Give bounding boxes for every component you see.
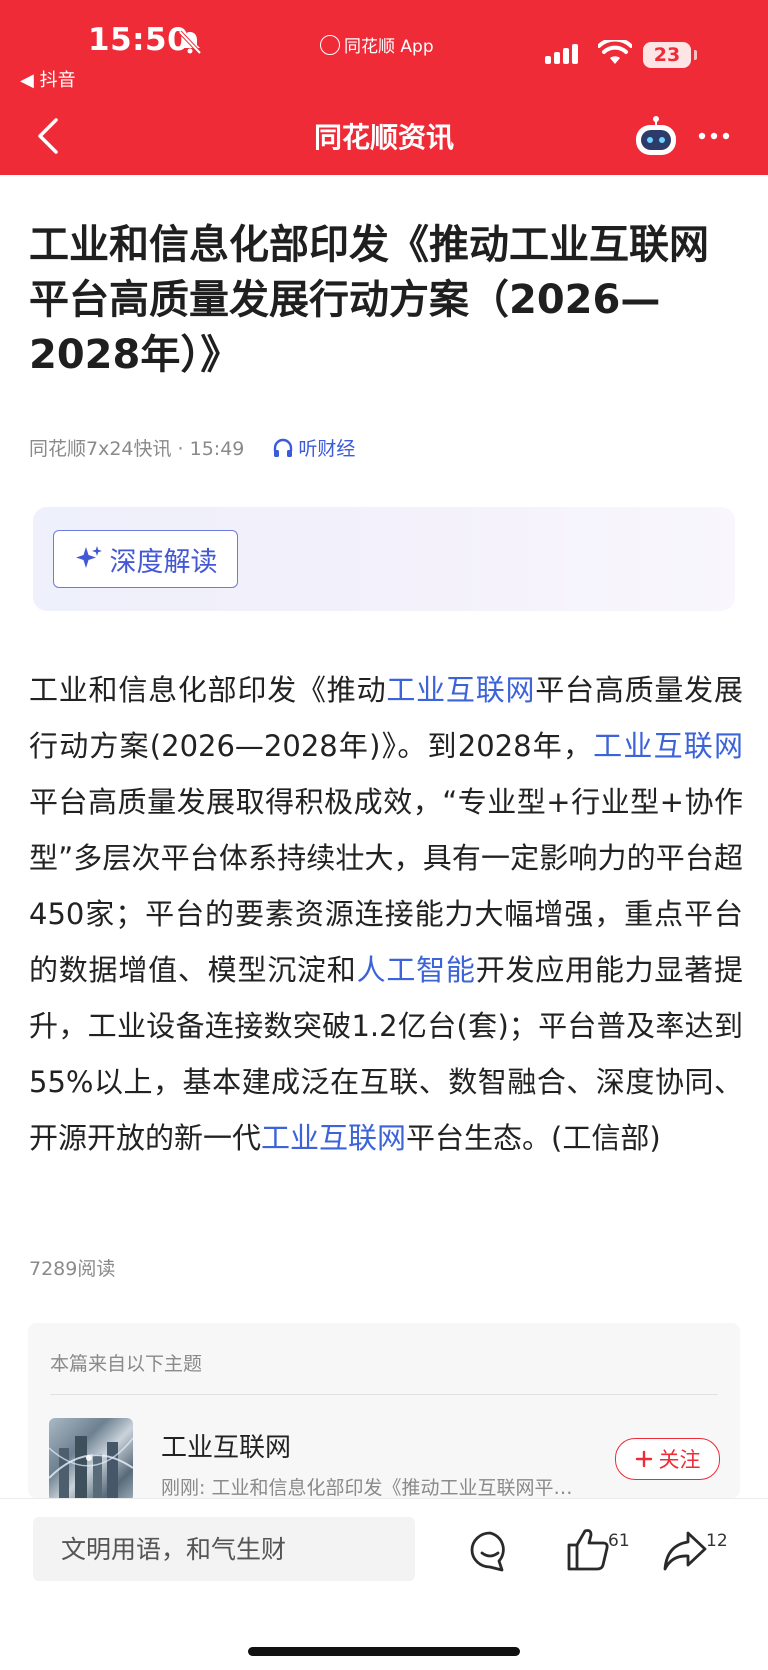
share-count: 12 [706, 1531, 728, 1551]
status-time: 15:50 [88, 22, 190, 58]
bottom-action-bar: 61 12 [0, 1498, 768, 1670]
home-indicator [248, 1647, 520, 1656]
like-count: 61 [608, 1531, 630, 1551]
topic-link-industrial-internet[interactable]: 工业互联网 [593, 729, 743, 763]
share-icon[interactable] [662, 1529, 708, 1573]
signal-icon [545, 44, 578, 64]
headphones-icon [274, 438, 293, 457]
center-app-indicator: 同花顺 App [320, 32, 434, 57]
topic-card-header: 本篇来自以下主题 [50, 1353, 203, 1375]
topic-link-industrial-internet[interactable]: 工业互联网 [386, 673, 535, 707]
article-meta: 同花顺7x24快讯 · 15:49 听财经 [29, 434, 355, 461]
topic-latest[interactable]: 刚刚: 工业和信息化部印发《推动工业互联网平台高质量发展行动方案（2026—20… [161, 1473, 591, 1500]
more-icon[interactable] [694, 124, 734, 148]
wifi-icon [598, 40, 632, 64]
listen-label: 听财经 [298, 438, 356, 460]
topic-link-industrial-internet[interactable]: 工业互联网 [261, 1121, 406, 1155]
follow-button[interactable]: 关注 [615, 1438, 720, 1480]
topic-name[interactable]: 工业互联网 [161, 1427, 291, 1464]
deep-read-button[interactable]: 深度解读 [53, 530, 238, 588]
comment-icon[interactable] [468, 1529, 512, 1573]
robot-assistant-icon[interactable] [633, 115, 679, 157]
read-count: 7289阅读 [29, 1258, 116, 1280]
topic-card[interactable]: 本篇来自以下主题 工业互联网 刚刚: 工业和信息化部印发《推动工业互联网平台高质… [28, 1323, 740, 1502]
battery-indicator: 23 [643, 42, 697, 68]
topic-thumbnail [49, 1418, 133, 1502]
body-text-segment: 工业和信息化部印发《推动 [29, 673, 387, 707]
article-body: 工业和信息化部印发《推动工业互联网平台高质量发展行动方案(2026—2028年)… [29, 662, 743, 1166]
divider [50, 1394, 718, 1395]
plus-icon [635, 1450, 652, 1468]
article-source-time: 同花顺7x24快讯 · 15:49 [29, 438, 245, 460]
app-logo-icon [320, 34, 340, 55]
like-icon[interactable] [565, 1525, 611, 1573]
bell-muted-icon [178, 30, 202, 55]
back-to-app-link[interactable]: ◀ 抖音 [20, 66, 76, 92]
follow-label: 关注 [658, 1448, 701, 1472]
center-app-label: 同花顺 App [344, 37, 434, 57]
comment-input[interactable] [33, 1517, 415, 1581]
article-title: 工业和信息化部印发《推动工业互联网平台高质量发展行动方案（2026—2028年）… [29, 222, 709, 378]
topic-link-ai[interactable]: 人工智能 [357, 953, 476, 987]
app-header: 15:50 ◀ 抖音 同花顺 App 23 同花顺资讯 [0, 0, 768, 175]
body-text-segment: 平台生态。(工信部) [406, 1121, 661, 1155]
deep-read-card: 深度解读 [33, 507, 735, 611]
deep-read-label: 深度解读 [109, 546, 218, 578]
listen-button[interactable]: 听财经 [272, 434, 355, 461]
sparkle-icon [75, 546, 102, 568]
